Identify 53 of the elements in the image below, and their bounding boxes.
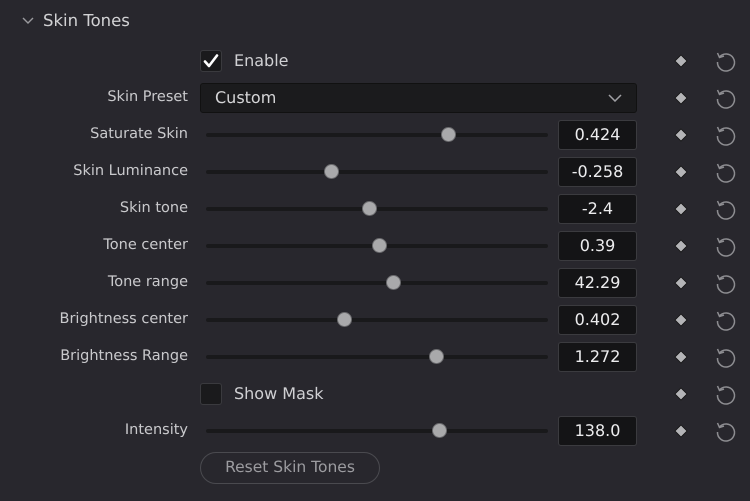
keyframe-icon[interactable] bbox=[674, 202, 688, 216]
keyframe-icon[interactable] bbox=[674, 90, 688, 104]
value-field[interactable]: 0.39 bbox=[558, 230, 637, 260]
slider-thumb[interactable] bbox=[336, 312, 352, 326]
slider-thumb[interactable] bbox=[386, 274, 401, 290]
slider-track[interactable] bbox=[206, 312, 548, 328]
section-title: Skin Tones bbox=[43, 10, 130, 32]
slider-track[interactable] bbox=[206, 238, 548, 254]
keyframe-icon[interactable] bbox=[674, 238, 688, 252]
value-field[interactable]: 42.29 bbox=[558, 268, 637, 298]
reset-button[interactable]: Reset Skin Tones bbox=[200, 452, 380, 484]
slider-track[interactable] bbox=[206, 200, 548, 216]
keyframe-icon[interactable] bbox=[674, 276, 688, 290]
slider-thumb[interactable] bbox=[429, 348, 444, 364]
slider-track[interactable] bbox=[206, 348, 548, 364]
slider-thumb[interactable] bbox=[372, 238, 387, 252]
keyframe-icon[interactable] bbox=[674, 54, 688, 68]
keyframe-icon[interactable] bbox=[674, 424, 688, 438]
chevron-icon[interactable] bbox=[22, 17, 34, 25]
slider-track[interactable] bbox=[206, 274, 548, 290]
keyframe-icon[interactable] bbox=[674, 350, 688, 364]
slider-track[interactable] bbox=[206, 422, 548, 438]
parameter-label: Skin Preset bbox=[107, 88, 188, 105]
chevron-icon[interactable] bbox=[608, 94, 622, 102]
value-field[interactable]: -0.258 bbox=[558, 156, 637, 186]
parameter-label: Tone center bbox=[103, 236, 188, 253]
slider-thumb[interactable] bbox=[362, 200, 377, 216]
value-field[interactable]: 1.272 bbox=[558, 342, 637, 372]
parameter-label: Skin tone bbox=[120, 200, 188, 216]
preset-dropdown[interactable]: Custom bbox=[200, 82, 637, 112]
parameter-label: Brightness Range bbox=[60, 348, 188, 364]
slider-thumb[interactable] bbox=[432, 422, 448, 438]
value-field[interactable]: 138.0 bbox=[558, 416, 637, 446]
value-field[interactable]: 0.402 bbox=[558, 304, 637, 334]
value-field[interactable]: -2.4 bbox=[558, 194, 637, 224]
parameter-label: Intensity bbox=[124, 422, 188, 438]
parameter-label: Saturate Skin bbox=[90, 126, 188, 142]
slider-track[interactable] bbox=[206, 126, 548, 142]
parameter-label: Skin Luminance bbox=[73, 162, 188, 179]
checkbox-label: Show Mask bbox=[234, 382, 324, 404]
keyframe-icon[interactable] bbox=[674, 312, 688, 326]
value-field[interactable]: 0.424 bbox=[558, 120, 637, 150]
keyframe-icon[interactable] bbox=[674, 164, 688, 178]
checkbox[interactable] bbox=[200, 382, 222, 404]
keyframe-icon[interactable] bbox=[674, 386, 688, 400]
keyframe-icon[interactable] bbox=[674, 128, 688, 142]
parameter-label: Brightness center bbox=[60, 310, 188, 327]
slider-thumb[interactable] bbox=[441, 126, 456, 142]
slider-track[interactable] bbox=[206, 164, 548, 180]
checkbox[interactable] bbox=[200, 50, 222, 72]
parameter-label: Tone range bbox=[108, 274, 188, 290]
slider-thumb[interactable] bbox=[324, 164, 340, 178]
checkbox-label: Enable bbox=[234, 50, 288, 72]
